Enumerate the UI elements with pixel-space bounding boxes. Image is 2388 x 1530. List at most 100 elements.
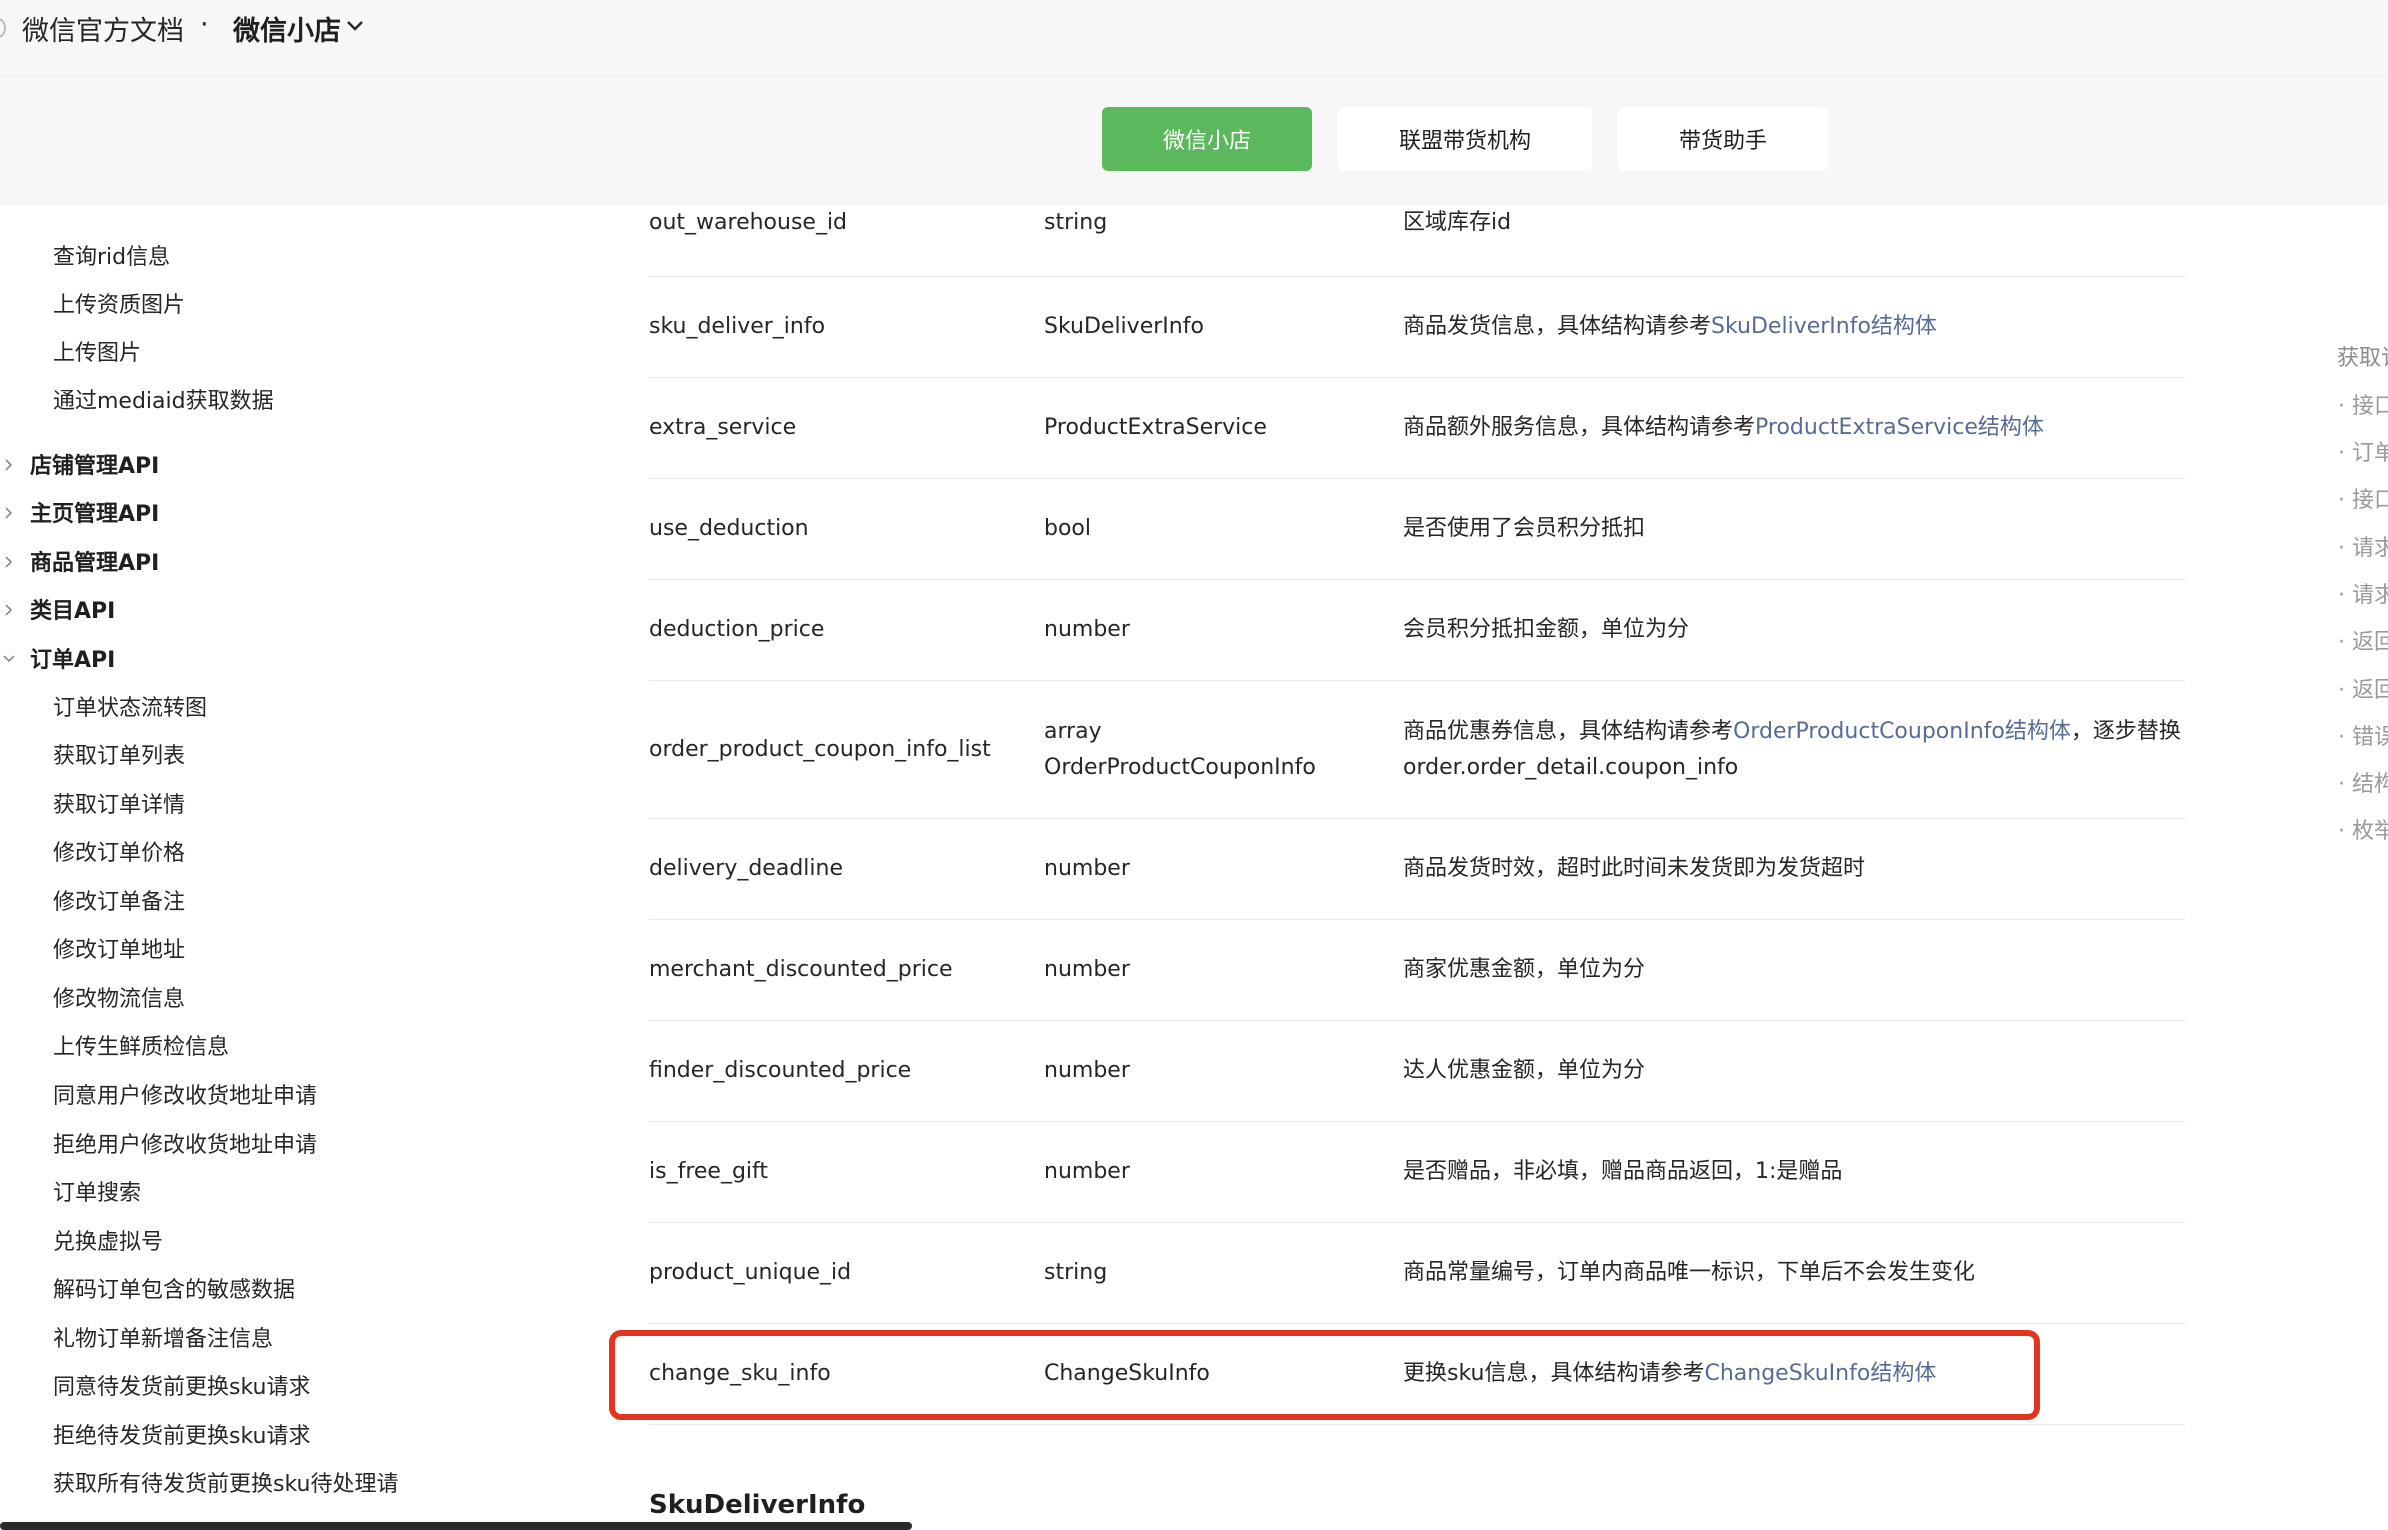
sidebar-item[interactable]: 获取所有待发货前更换sku待处理请	[53, 1466, 398, 1498]
field-type: ChangeSkuInfo	[1044, 1361, 1210, 1386]
toc-item[interactable]: · 接口	[2338, 388, 2388, 420]
field-name: is_free_gift	[649, 1159, 769, 1184]
table-row: sku_deliver_info SkuDeliverInfo 商品发货信息，具…	[649, 277, 2185, 378]
sidebar-item[interactable]: 订单搜索	[53, 1175, 141, 1207]
sidebar-item[interactable]: 同意待发货前更换sku请求	[53, 1369, 310, 1401]
toc-item[interactable]: · 枚举	[2338, 813, 2388, 845]
top-header: 微信官方文档 · 微信小店	[0, 0, 2388, 77]
table-row: merchant_discounted_price number 商家优惠金额，…	[649, 920, 2185, 1021]
field-name: finder_discounted_price	[649, 1058, 912, 1083]
table-of-contents: 获取订 · 接口 · 订单 · 接口 · 请求 · 请求 · 返回 · 返回 ·…	[2330, 340, 2388, 860]
field-desc: 是否使用了会员积分抵扣	[1403, 516, 1646, 541]
field-desc-continued: order.order_detail.coupon_info	[1403, 755, 1739, 780]
field-type: array	[1044, 719, 1102, 744]
toc-item[interactable]: · 错误	[2338, 719, 2388, 751]
sidebar-item[interactable]: 修改物流信息	[53, 981, 185, 1013]
toc-item[interactable]: · 请求	[2338, 530, 2388, 562]
field-name: delivery_deadline	[649, 856, 843, 881]
field-type: number	[1044, 617, 1130, 642]
field-name: sku_deliver_info	[649, 314, 826, 339]
field-desc: 商品额外服务信息，具体结构请参考ProductExtraService结构体	[1403, 415, 2044, 440]
table-row: is_free_gift number 是否赠品，非必填，赠品商品返回，1:是赠…	[649, 1122, 2185, 1223]
chevron-down-icon[interactable]	[345, 16, 365, 36]
sidebar-item[interactable]: 解码订单包含的敏感数据	[53, 1272, 295, 1304]
sidebar-item[interactable]: 上传图片	[53, 335, 141, 367]
field-type: bool	[1044, 516, 1091, 541]
tab-sales-helper[interactable]: 带货助手	[1618, 107, 1828, 171]
table-row: extra_service ProductExtraService 商品额外服务…	[649, 378, 2185, 479]
sidebar-item[interactable]: 通过mediaid获取数据	[53, 383, 274, 415]
table-row: deduction_price number 会员积分抵扣金额，单位为分	[649, 580, 2185, 681]
toc-item[interactable]: · 订单	[2338, 435, 2388, 467]
field-name: order_product_coupon_info_list	[649, 737, 991, 762]
field-type: number	[1044, 957, 1130, 982]
sidebar-group-category[interactable]: 类目API	[30, 593, 115, 625]
toc-item[interactable]: · 请求	[2338, 577, 2388, 609]
struct-link[interactable]: OrderProductCouponInfo结构体	[1733, 719, 2071, 744]
sidebar-group-order[interactable]: 订单API	[30, 642, 115, 674]
field-type-detail: OrderProductCouponInfo	[1044, 755, 1316, 780]
sidebar-item[interactable]: 上传资质图片	[53, 287, 185, 319]
sidebar-item[interactable]: 订单状态流转图	[53, 690, 207, 722]
tab-wechat-store[interactable]: 微信小店	[1102, 107, 1312, 171]
field-name: extra_service	[649, 415, 797, 440]
breadcrumb-separator: ·	[200, 9, 209, 40]
struct-link[interactable]: ProductExtraService结构体	[1755, 415, 2044, 440]
table-row: finder_discounted_price number 达人优惠金额，单位…	[649, 1021, 2185, 1122]
chevron-down-icon[interactable]	[2, 652, 16, 666]
sidebar-group-homepage[interactable]: 主页管理API	[30, 496, 159, 528]
chevron-right-icon[interactable]	[2, 603, 16, 617]
field-type: number	[1044, 856, 1130, 881]
sidebar-item[interactable]: 修改订单价格	[53, 835, 185, 867]
field-table: out_warehouse_id string 区域库存id sku_deliv…	[455, 205, 2200, 1530]
field-name: product_unique_id	[649, 1260, 852, 1285]
table-row: delivery_deadline number 商品发货时效，超时此时间未发货…	[649, 819, 2185, 920]
section-selector[interactable]: 微信小店	[233, 9, 341, 48]
sidebar-group-store[interactable]: 店铺管理API	[30, 448, 159, 480]
toc-title[interactable]: 获取订	[2337, 340, 2388, 372]
toc-item[interactable]: · 返回	[2338, 672, 2388, 704]
field-desc: 商品优惠券信息，具体结构请参考OrderProductCouponInfo结构体…	[1403, 719, 2181, 744]
toc-item[interactable]: · 返回	[2338, 624, 2388, 656]
chevron-right-icon[interactable]	[2, 506, 16, 520]
field-name: use_deduction	[649, 516, 809, 541]
field-desc: 商家优惠金额，单位为分	[1403, 957, 1646, 982]
sidebar-item[interactable]: 拒绝用户修改收货地址申请	[53, 1127, 317, 1159]
sidebar-item[interactable]: 兑换虚拟号	[53, 1224, 163, 1256]
sidebar-item[interactable]: 修改订单地址	[53, 932, 185, 964]
toc-item[interactable]: · 结构	[2338, 766, 2388, 798]
field-type: SkuDeliverInfo	[1044, 314, 1204, 339]
sidebar-group-product[interactable]: 商品管理API	[30, 545, 159, 577]
field-desc: 商品发货信息，具体结构请参考SkuDeliverInfo结构体	[1403, 314, 1937, 339]
sidebar-item[interactable]: 查询rid信息	[53, 239, 170, 271]
toc-item[interactable]: · 接口	[2338, 482, 2388, 514]
sidebar-item[interactable]: 获取订单详情	[53, 787, 185, 819]
product-tab-bar: 微信小店 联盟带货机构 带货助手	[0, 77, 2388, 205]
chevron-right-icon[interactable]	[2, 458, 16, 472]
sidebar-item[interactable]: 同意用户修改收货地址申请	[53, 1078, 317, 1110]
tab-alliance-agency[interactable]: 联盟带货机构	[1338, 107, 1592, 171]
sidebar-item[interactable]: 上传生鲜质检信息	[53, 1029, 229, 1061]
sidebar-item[interactable]: 礼物订单新增备注信息	[53, 1321, 273, 1353]
chevron-right-icon[interactable]	[2, 555, 16, 569]
field-desc: 是否赠品，非必填，赠品商品返回，1:是赠品	[1403, 1159, 1843, 1184]
field-desc: 区域库存id	[1403, 210, 1512, 235]
field-name: merchant_discounted_price	[649, 957, 953, 982]
struct-link[interactable]: SkuDeliverInfo结构体	[1711, 314, 1937, 339]
sidebar-item[interactable]: 修改订单备注	[53, 884, 185, 916]
app-title[interactable]: 微信官方文档	[22, 9, 184, 48]
field-type: string	[1044, 210, 1108, 235]
field-type: ProductExtraService	[1044, 415, 1267, 440]
field-name: deduction_price	[649, 617, 825, 642]
field-desc: 商品发货时效，超时此时间未发货即为发货超时	[1403, 856, 1866, 881]
table-row: order_product_coupon_info_list array Ord…	[649, 681, 2185, 819]
field-desc: 商品常量编号，订单内商品唯一标识，下单后不会发生变化	[1403, 1260, 1976, 1285]
field-desc: 会员积分抵扣金额，单位为分	[1403, 617, 1690, 642]
field-type: string	[1044, 1260, 1108, 1285]
table-row: use_deduction bool 是否使用了会员积分抵扣	[649, 479, 2185, 580]
struct-link[interactable]: ChangeSkuInfo结构体	[1704, 1361, 1936, 1386]
field-type: number	[1044, 1159, 1130, 1184]
sidebar-item[interactable]: 获取订单列表	[53, 738, 185, 770]
partial-icon	[0, 18, 6, 38]
sidebar-item[interactable]: 拒绝待发货前更换sku请求	[53, 1418, 310, 1450]
